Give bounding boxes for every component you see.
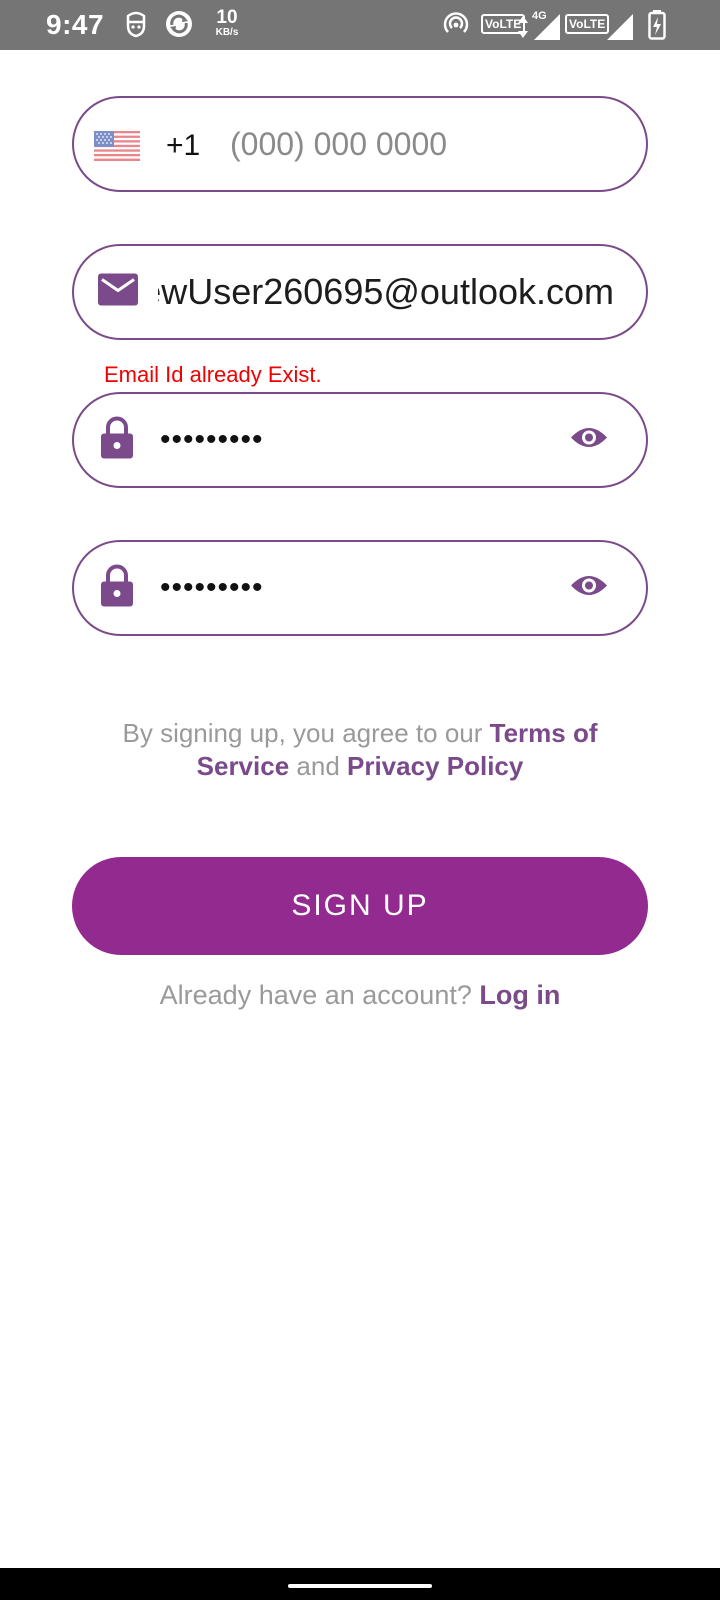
terms-notice: By signing up, you agree to our Terms of… [90, 717, 630, 783]
password-input[interactable]: ••••••••• [160, 394, 264, 486]
home-indicator[interactable] [288, 1584, 432, 1588]
email-field[interactable]: NewUser260695@outlook.com [72, 244, 648, 340]
login-prompt: Already have an account? Log in [0, 980, 720, 1011]
eye-icon[interactable] [570, 425, 608, 456]
phone-field[interactable]: +1 [72, 96, 648, 192]
sync-icon [164, 9, 194, 44]
lock-icon [100, 416, 134, 464]
lock-icon [100, 564, 134, 612]
password-field[interactable]: ••••••••• [72, 392, 648, 488]
email-input[interactable]: NewUser260695@outlook.com [158, 246, 614, 338]
network-speed-unit: KB/s [215, 27, 239, 38]
confirm-password-input[interactable]: ••••••••• [160, 542, 264, 634]
eye-icon[interactable] [570, 573, 608, 604]
network-speed: 10 KB/s [209, 8, 245, 38]
hotspot-icon [442, 12, 470, 43]
us-flag-icon[interactable] [94, 131, 140, 161]
network-speed-value: 10 [216, 7, 238, 28]
data-arrows-icon [518, 16, 528, 43]
navigation-bar [0, 1568, 720, 1600]
confirm-password-field[interactable]: ••••••••• [72, 540, 648, 636]
email-input-value: NewUser260695@outlook.com [158, 271, 614, 312]
terms-middle: and [289, 751, 347, 781]
mail-icon [98, 273, 138, 311]
face-icon [124, 10, 148, 43]
signal-icon [607, 14, 633, 45]
privacy-policy-link[interactable]: Privacy Policy [347, 751, 523, 781]
country-dial-code[interactable]: +1 [166, 129, 200, 163]
status-time: 9:47 [46, 9, 105, 40]
status-bar: 9:47 10 KB/s VoLTE 4G VoLTE [0, 0, 720, 50]
signal-icon [534, 14, 560, 45]
sign-up-button[interactable]: SIGN UP [72, 857, 648, 955]
phone-input[interactable] [230, 98, 620, 190]
battery-charging-icon [648, 10, 666, 45]
log-in-link[interactable]: Log in [479, 980, 560, 1010]
email-error-message: Email Id already Exist. [104, 362, 322, 387]
login-prompt-text: Already have an account? [159, 980, 480, 1010]
volte-badge-2: VoLTE [565, 14, 610, 34]
terms-prefix: By signing up, you agree to our [122, 718, 490, 748]
